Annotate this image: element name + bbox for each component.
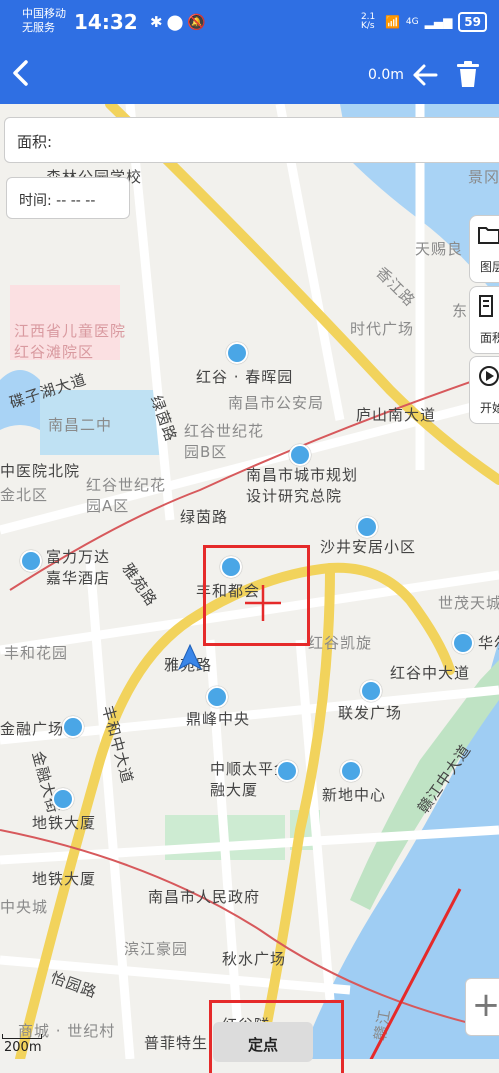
map-label: 丰和花园 <box>4 644 69 662</box>
current-location-icon <box>178 644 202 670</box>
distance-readout: 0.0m <box>368 67 404 83</box>
net-speed: 2.1 K/s <box>360 12 376 31</box>
layers-button[interactable]: 图层 <box>469 215 499 283</box>
status-right: 2.1 K/s 📶 4G ▂▄▆ 59 <box>361 12 487 32</box>
bluetooth-icon: ✱ <box>150 13 167 31</box>
map-label: 南昌市城市规划设计研究总院 <box>246 466 359 505</box>
play-icon <box>479 366 499 386</box>
layers-label: 图层 <box>480 260 499 274</box>
map-label: 庐山南大道 <box>356 406 437 424</box>
map-label: 南昌市人民政府 <box>148 888 261 906</box>
poi-marker[interactable] <box>360 680 382 702</box>
map-label: 南昌二中 <box>48 416 113 434</box>
poi-marker[interactable] <box>452 632 474 654</box>
start-button[interactable]: 开始 <box>469 356 499 424</box>
poi-marker[interactable] <box>289 444 311 466</box>
map-label: 滨江豪园 <box>124 940 189 958</box>
map-label: 富力万达嘉华酒店 <box>46 548 111 587</box>
map-label: 东 <box>452 302 469 320</box>
map-label: 中医院北院 <box>0 462 81 480</box>
fix-point-button[interactable]: 定点 <box>213 1022 313 1062</box>
mute-icon: 🔕 <box>187 13 211 31</box>
map-label: 华尔 <box>478 634 499 652</box>
carrier-info: 中国移动 无服务 <box>22 7 66 35</box>
wifi-icon: 📶 <box>384 15 400 29</box>
folder-icon <box>478 227 499 244</box>
annotation-arrow-icon <box>369 888 462 1059</box>
map-label: 南昌市公安局 <box>228 394 325 412</box>
map-label: 鼎峰中央 <box>186 710 251 728</box>
signal-icon: ▂▄▆ <box>424 15 453 29</box>
battery-indicator: 59 <box>458 12 487 32</box>
network-type: 4G <box>405 17 419 27</box>
poi-marker[interactable] <box>340 760 362 782</box>
poi-marker[interactable] <box>62 716 84 738</box>
scale-bar <box>2 1034 42 1039</box>
carrier-status: 无服务 <box>22 21 55 34</box>
time-label: 时间: -- -- -- <box>19 193 96 209</box>
location-icon: ⬤ <box>166 13 188 31</box>
trash-icon[interactable] <box>455 60 481 88</box>
map-label: 红谷中大道 <box>390 664 471 682</box>
poi-marker[interactable] <box>226 342 248 364</box>
map-label: 沙井安居小区 <box>320 538 417 556</box>
status-bar: 中国移动 无服务 14:32 ✱⬤🔕 2.1 K/s 📶 4G ▂▄▆ 59 <box>0 0 499 46</box>
area-info-card: 面积: <box>4 117 499 163</box>
map-label: 金北区 <box>0 486 49 504</box>
map-label: 普菲特生 <box>144 1034 209 1052</box>
status-time: 14:32 <box>74 10 138 34</box>
poi-marker[interactable] <box>206 686 228 708</box>
app-toolbar: 0.0m <box>0 46 499 104</box>
poi-marker[interactable] <box>52 788 74 810</box>
map-label: 绿茵路 <box>180 508 229 526</box>
map-label: 地铁大厦 <box>32 814 97 832</box>
map-label: 中央城 <box>0 898 49 916</box>
map-label: 联发广场 <box>338 704 403 722</box>
area-measure-icon <box>479 295 493 317</box>
map-label: 世茂天城 <box>438 594 499 612</box>
area-button[interactable]: 面积 <box>469 286 499 354</box>
map-label: 金融广场 <box>0 720 65 738</box>
map-label: 江西省儿童医院红谷滩院区 <box>14 322 127 361</box>
map-label: 天赐良 <box>415 240 464 258</box>
scale-label: 200m <box>4 1040 42 1055</box>
highlight-box <box>203 545 310 646</box>
map-label: 新地中心 <box>322 786 387 804</box>
poi-marker[interactable] <box>20 550 42 572</box>
time-info-card: 时间: -- -- -- <box>6 177 130 219</box>
map-label: 时代广场 <box>350 320 415 338</box>
map-label: 红谷世纪花园B区 <box>184 422 265 461</box>
carrier-name: 中国移动 <box>22 7 66 20</box>
poi-marker[interactable] <box>356 516 378 538</box>
back-arrow-icon[interactable] <box>8 58 34 88</box>
area-btn-label: 面积 <box>480 331 499 345</box>
map-label: 红谷世纪花园A区 <box>86 476 167 515</box>
map-label: 景冈 <box>468 168 499 186</box>
area-label: 面积: <box>17 133 53 151</box>
map-label: 地铁大厦 <box>32 870 97 888</box>
undo-arrow-icon[interactable] <box>412 62 438 88</box>
map-label: 红谷凯旋 <box>308 634 373 652</box>
zoom-in-button[interactable]: + <box>465 978 499 1036</box>
map-label: 红谷 · 春晖园 <box>196 368 294 386</box>
start-label: 开始 <box>480 401 499 415</box>
map-label: 秋水广场 <box>222 950 287 968</box>
notification-icons: ✱⬤🔕 <box>150 13 210 31</box>
poi-marker[interactable] <box>276 760 298 782</box>
